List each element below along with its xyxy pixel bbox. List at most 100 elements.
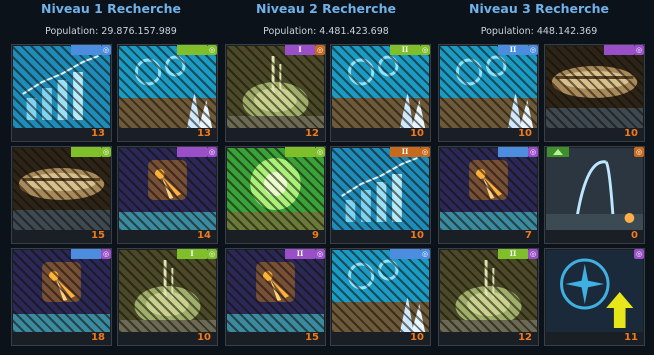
locked-stripes-overlay — [440, 148, 537, 230]
population-label: Population: 448.142.369 — [480, 26, 598, 37]
locked-stripes-overlay — [13, 250, 110, 332]
research-tile[interactable]: II ◎ 10 — [330, 146, 431, 244]
research-level: 11 — [624, 332, 638, 343]
category-icon: ◎ — [528, 45, 538, 55]
category-icon: ◎ — [420, 147, 430, 157]
column-title: Niveau 1 Recherche — [41, 1, 181, 16]
research-level: 13 — [91, 128, 105, 139]
category-icon: ◎ — [101, 147, 111, 157]
tier-numeral: II — [498, 45, 528, 55]
research-tile[interactable]: ◎ 10 — [330, 248, 431, 346]
research-tile[interactable]: ◎ 14 — [117, 146, 218, 244]
research-level: 10 — [197, 332, 211, 343]
tier-badge: II ◎ — [390, 147, 430, 157]
tier-numeral — [390, 249, 420, 259]
research-image — [440, 148, 537, 230]
research-tile[interactable]: ◎ 15 — [11, 146, 112, 244]
category-icon: ◎ — [528, 249, 538, 259]
column-header-3: Niveau 3 Recherche Population: 448.142.3… — [439, 0, 639, 42]
tier-numeral — [285, 147, 315, 157]
category-icon: ◎ — [207, 249, 217, 259]
locked-stripes-overlay — [440, 46, 537, 128]
category-icon: ◎ — [207, 45, 217, 55]
research-tile[interactable]: II ◎ 10 — [330, 44, 431, 142]
research-tile[interactable]: ◎ 10 — [544, 44, 645, 142]
category-icon: ◎ — [528, 147, 538, 157]
tier-badge: II ◎ — [285, 249, 325, 259]
tier-numeral — [71, 249, 101, 259]
research-tile[interactable]: II ◎ 10 — [438, 44, 539, 142]
locked-stripes-overlay — [227, 250, 324, 332]
research-image — [227, 250, 324, 332]
column-title: Niveau 3 Recherche — [469, 1, 609, 16]
research-image — [13, 148, 110, 230]
research-tile[interactable]: ◎ 7 — [438, 146, 539, 244]
locked-stripes-overlay — [332, 250, 429, 332]
locked-stripes-overlay — [119, 148, 216, 230]
tier-numeral: II — [285, 249, 315, 259]
tier-numeral: I — [285, 45, 315, 55]
research-level: 7 — [525, 230, 532, 241]
tier-numeral — [71, 147, 101, 157]
research-level: 12 — [305, 128, 319, 139]
tier-badge: ◎ — [498, 147, 538, 157]
research-image — [440, 46, 537, 128]
population-label: Population: 4.481.423.698 — [263, 26, 389, 37]
tier-badge: ◎ — [71, 147, 111, 157]
tier-numeral — [604, 45, 634, 55]
tier-numeral: II — [390, 45, 420, 55]
tier-badge: II ◎ — [390, 45, 430, 55]
research-image — [119, 250, 216, 332]
tier-badge: ◎ — [604, 45, 644, 55]
locked-stripes-overlay — [332, 148, 429, 230]
category-icon: ◎ — [315, 249, 325, 259]
research-tile[interactable]: ◎ 13 — [11, 44, 112, 142]
research-tile[interactable]: ◎ 0 — [544, 146, 645, 244]
research-level: 15 — [305, 332, 319, 343]
tier-badge: ◎ — [177, 45, 217, 55]
research-tile[interactable]: ◎ 18 — [11, 248, 112, 346]
research-tile[interactable]: I ◎ 12 — [225, 44, 326, 142]
tier-badge: ◎ — [177, 147, 217, 157]
tier-badge: ◎ — [71, 45, 111, 55]
research-image — [546, 148, 643, 230]
tier-badge: I ◎ — [177, 249, 217, 259]
locked-stripes-overlay — [332, 46, 429, 128]
research-tile[interactable]: ◎ 13 — [117, 44, 218, 142]
research-tile[interactable]: II ◎ 12 — [438, 248, 539, 346]
category-icon: ◎ — [420, 45, 430, 55]
column-title: Niveau 2 Recherche — [256, 1, 396, 16]
research-level: 18 — [91, 332, 105, 343]
research-image — [119, 148, 216, 230]
category-icon: ◎ — [101, 249, 111, 259]
research-image — [13, 46, 110, 128]
research-tile[interactable]: I ◎ 10 — [117, 248, 218, 346]
tier-badge: ◎ — [285, 147, 325, 157]
research-tile[interactable]: ◎ 9 — [225, 146, 326, 244]
research-level: 12 — [518, 332, 532, 343]
locked-stripes-overlay — [227, 148, 324, 230]
research-tile[interactable]: ◎ 11 — [544, 248, 645, 346]
tier-numeral: II — [498, 249, 528, 259]
research-level: 15 — [91, 230, 105, 241]
category-icon: ◎ — [101, 45, 111, 55]
category-icon: ◎ — [315, 147, 325, 157]
research-tile[interactable]: II ◎ 15 — [225, 248, 326, 346]
column-header-2: Niveau 2 Recherche Population: 4.481.423… — [226, 0, 426, 42]
research-image — [546, 46, 643, 128]
locked-stripes-overlay — [227, 46, 324, 128]
locked-stripes-overlay — [119, 46, 216, 128]
upgrade-arrow-icon — [547, 147, 569, 157]
tier-badge: II ◎ — [498, 249, 538, 259]
research-image — [13, 250, 110, 332]
tier-numeral — [177, 45, 207, 55]
locked-stripes-overlay — [13, 148, 110, 230]
research-level: 10 — [410, 230, 424, 241]
research-image — [227, 46, 324, 128]
research-image — [332, 148, 429, 230]
tier-numeral — [498, 147, 528, 157]
category-icon: ◎ — [315, 45, 325, 55]
tier-badge: I ◎ — [285, 45, 325, 55]
research-image — [227, 148, 324, 230]
research-image — [332, 250, 429, 332]
